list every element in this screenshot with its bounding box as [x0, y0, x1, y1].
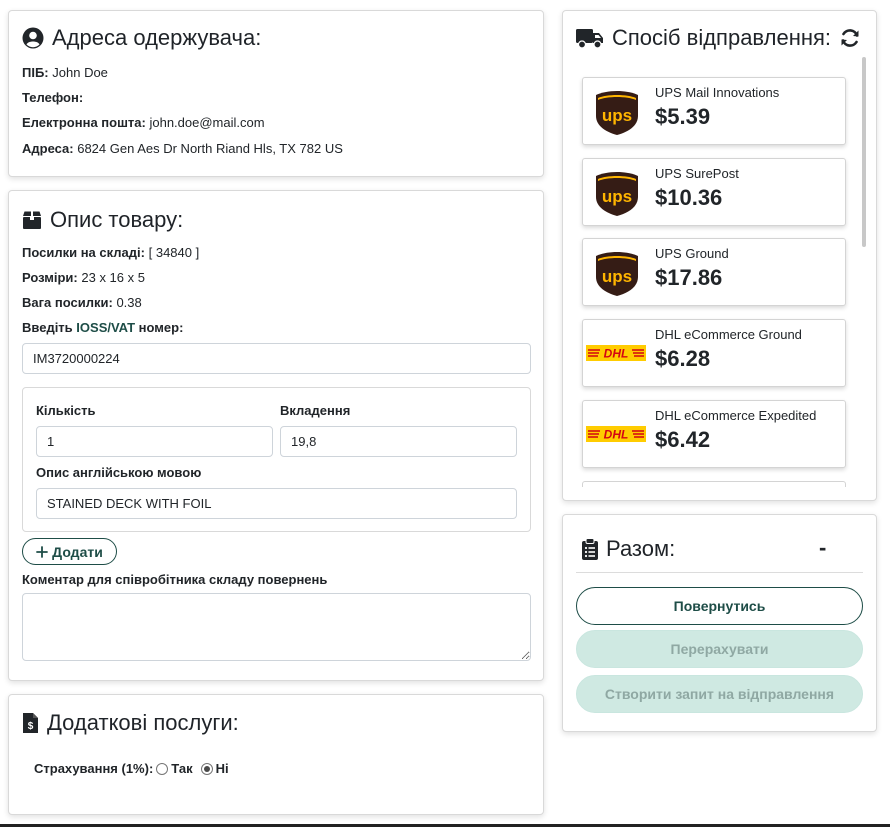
insurance-yes-label[interactable]: Так	[171, 761, 192, 776]
shipping-option-price: $17.86	[655, 265, 723, 290]
shipping-option[interactable]: ups UPS SurePost $10.36	[582, 158, 846, 226]
svg-text:ups: ups	[602, 187, 632, 206]
extra-services-title: $ Додаткові послуги:	[22, 710, 239, 736]
svg-text:DHL: DHL	[604, 428, 629, 442]
desc-label: Опис англійською мовою	[36, 465, 202, 480]
attach-input[interactable]: 19,8	[280, 426, 517, 457]
product-title: Опис товару:	[22, 207, 183, 233]
ups-logo: ups	[596, 91, 638, 135]
clipboard-list-icon	[582, 538, 598, 560]
recipient-address-row: Адреса: 6824 Gen Aes Dr North Riand Hls,…	[22, 141, 343, 156]
attach-label: Вкладення	[280, 403, 351, 418]
shipping-scrollbar[interactable]	[862, 57, 866, 247]
ups-logo: ups	[596, 172, 638, 216]
shipping-card: Спосіб відправлення: ups UPS Mail Innova…	[562, 10, 877, 501]
insurance-no-radio[interactable]	[200, 762, 213, 775]
plus-icon	[36, 545, 49, 558]
shipping-option-name: DHL eCommerce Ground	[655, 327, 802, 342]
svg-text:ups: ups	[602, 106, 632, 125]
shipping-option-partial[interactable]	[582, 481, 846, 487]
qty-input[interactable]: 1	[36, 426, 273, 457]
insurance-no-label[interactable]: Ні	[216, 761, 229, 776]
qty-label: Кількість	[36, 403, 96, 418]
truck-icon	[576, 29, 603, 49]
ioss-label: Введіть IOSS/VAT номер:	[22, 320, 184, 335]
shipping-option-price: $10.36	[655, 185, 723, 210]
dhl-logo: DHL	[586, 426, 646, 442]
svg-text:ups: ups	[602, 267, 632, 286]
warehouse-row: Посилки на складі: [ 34840 ]	[22, 245, 200, 260]
shipping-option-name: UPS Ground	[655, 246, 729, 261]
weight-row: Вага посилки: 0.38	[22, 295, 142, 310]
insurance-yes-radio[interactable]	[156, 762, 169, 775]
shipping-option-name: DHL eCommerce Expedited	[655, 408, 817, 423]
ioss-link[interactable]: IOSS/VAT	[76, 320, 135, 335]
recalculate-button[interactable]: Перерахувати	[576, 630, 863, 668]
ioss-input[interactable]: IM3720000224	[22, 343, 531, 374]
comment-label: Коментар для співробітника складу поверн…	[22, 572, 328, 587]
recipient-email-row: Електронна пошта: john.doe@mail.com	[22, 115, 265, 130]
recipient-card: Адреса одержувача: ПІБ: John Doe Телефон…	[8, 10, 544, 177]
total-card: Разом: - Повернутись Перерахувати Створи…	[562, 514, 877, 732]
back-button[interactable]: Повернутись	[576, 587, 863, 625]
shipping-title: Спосіб відправлення:	[576, 25, 861, 51]
create-shipment-request-button[interactable]: Створити запит на відправлення	[576, 675, 863, 713]
total-value: -	[819, 535, 827, 560]
comment-textarea[interactable]	[22, 593, 531, 661]
shipping-option[interactable]: ups UPS Ground $17.86	[582, 238, 846, 306]
shipping-option[interactable]: DHL DHL eCommerce Ground $6.28	[582, 319, 846, 387]
add-item-button[interactable]: Додати	[22, 538, 117, 565]
total-title: Разом:	[582, 536, 675, 562]
shipping-option-price: $6.28	[655, 346, 711, 371]
refresh-icon[interactable]	[839, 27, 861, 49]
extra-services-card: $ Додаткові послуги: Страхування (1%): Т…	[8, 694, 544, 815]
recipient-title: Адреса одержувача:	[22, 25, 261, 51]
shipping-option-price: $5.39	[655, 104, 711, 129]
shipping-option-name: UPS Mail Innovations	[655, 85, 780, 100]
svg-text:$: $	[28, 721, 34, 732]
dhl-logo: DHL	[586, 345, 646, 361]
shipping-option[interactable]: DHL DHL eCommerce Expedited $6.42	[582, 400, 846, 468]
product-card: Опис товару: Посилки на складі: [ 34840 …	[8, 190, 544, 681]
ups-logo: ups	[596, 252, 638, 296]
recipient-name-row: ПІБ: John Doe	[22, 65, 108, 80]
receipt-dollar-icon: $	[23, 713, 38, 733]
shipping-options-list[interactable]: ups UPS Mail Innovations $5.39 ups UPS S…	[563, 63, 876, 487]
shipping-option-price: $6.42	[655, 427, 711, 452]
box-icon	[23, 211, 41, 229]
shipping-option-name: UPS SurePost	[655, 166, 739, 181]
insurance-row: Страхування (1%): Так Ні	[34, 761, 229, 776]
total-divider	[576, 572, 863, 573]
shipping-option[interactable]: ups UPS Mail Innovations $5.39	[582, 77, 846, 145]
item-block: Кількість 1 Вкладення 19,8 Опис англійсь…	[22, 387, 531, 532]
user-circle-icon	[22, 27, 44, 49]
size-row: Розміри: 23 x 16 x 5	[22, 270, 145, 285]
recipient-phone-row: Телефон:	[22, 90, 84, 105]
desc-input[interactable]: STAINED DECK WITH FOIL	[36, 488, 517, 519]
svg-text:DHL: DHL	[604, 347, 629, 361]
